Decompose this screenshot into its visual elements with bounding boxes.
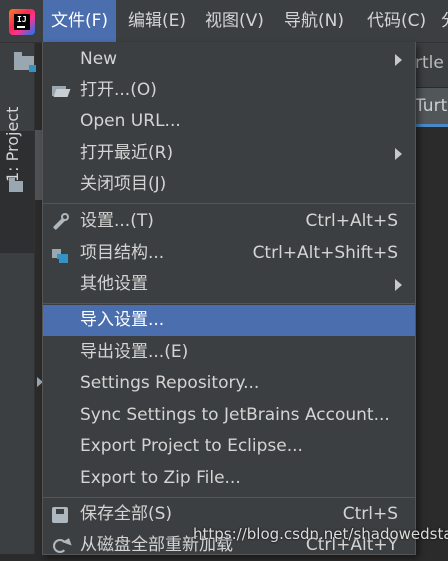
menu-item-export-eclipse[interactable]: Export Project to Eclipse... [43,431,415,462]
menu-item-close-project[interactable]: 关闭项目(J) [43,169,415,200]
menu-item-import-settings[interactable]: 导入设置... [43,305,415,336]
menu-item-label: 设置...(T) [80,211,154,231]
menu-item-label: 关闭项目(J) [80,174,167,194]
submenu-arrow-icon [395,148,402,160]
menu-item-export-zip[interactable]: Export to Zip File... [43,463,415,494]
menu-item-open[interactable]: 打开...(O) [43,75,415,106]
save-icon [51,506,69,524]
file-menu-dropdown: New 打开...(O) Open URL... 打开最近(R) 关闭项目(J)… [42,42,416,555]
menu-item-settings[interactable]: 设置...(T) Ctrl+Alt+S [43,206,415,237]
project-tab-label[interactable]: 1: Project [3,107,22,182]
submenu-arrow-icon [395,54,402,66]
submenu-arrow-icon [395,279,402,291]
menu-navigate[interactable]: 导航(N) [276,0,352,42]
project-folder-icon[interactable] [14,52,36,72]
menu-item-label: Export Project to Eclipse... [80,436,303,456]
menu-item-label: Export to Zip File... [80,468,241,488]
menu-item-settings-repository[interactable]: Settings Repository... [43,368,415,399]
menu-item-open-url[interactable]: Open URL... [43,106,415,137]
breadcrumb[interactable]: rtle [415,53,444,73]
wrench-icon [51,213,69,231]
folder-open-icon [51,82,69,100]
menu-item-new[interactable]: New [43,44,415,75]
menu-item-project-structure[interactable]: 项目结构... Ctrl+Alt+Shift+S [43,238,415,269]
project-structure-icon [51,245,69,263]
reload-icon [51,537,69,555]
menu-separator [43,303,415,304]
folder-icon [9,178,23,192]
menu-more[interactable]: 分 [433,0,448,42]
menu-bar: IJ 文件(F) 编辑(E) 视图(V) 导航(N) 代码(C) 分 [0,0,448,43]
project-panel-edge [35,130,42,200]
menu-item-export-settings[interactable]: 导出设置...(E) [43,337,415,368]
menu-item-label: 项目结构... [80,243,165,263]
menu-item-label: Open URL... [80,111,181,131]
menu-separator [43,203,415,204]
menu-item-label: New [80,49,118,69]
menu-item-shortcut: Ctrl+Alt+S [305,211,398,231]
editor-tab-label: Turt [415,96,448,116]
menu-separator [43,497,415,498]
menu-item-other-settings[interactable]: 其他设置 [43,269,415,300]
menu-item-label: Settings Repository... [80,373,260,393]
menu-edit[interactable]: 编辑(E) [120,0,194,42]
watermark-text: https://blog.csdn.net/shadowedstar [193,525,448,543]
menu-item-label: 打开最近(R) [80,143,174,163]
menu-file[interactable]: 文件(F) [43,0,117,42]
menu-item-label: 打开...(O) [80,80,157,100]
menu-item-label: 其他设置 [80,274,148,294]
menu-item-label: Sync Settings to JetBrains Account... [80,405,390,425]
menu-view[interactable]: 视图(V) [197,0,272,42]
intellij-logo-icon[interactable]: IJ [9,9,35,35]
menu-item-sync-settings[interactable]: Sync Settings to JetBrains Account... [43,400,415,431]
menu-item-label: 保存全部(S) [80,504,173,524]
menu-item-shortcut: Ctrl+Alt+Shift+S [252,243,398,263]
menu-item-open-recent[interactable]: 打开最近(R) [43,138,415,169]
menu-item-label: 导出设置...(E) [80,342,189,362]
menu-code[interactable]: 代码(C) [359,0,434,42]
menu-item-label: 导入设置... [80,310,165,330]
